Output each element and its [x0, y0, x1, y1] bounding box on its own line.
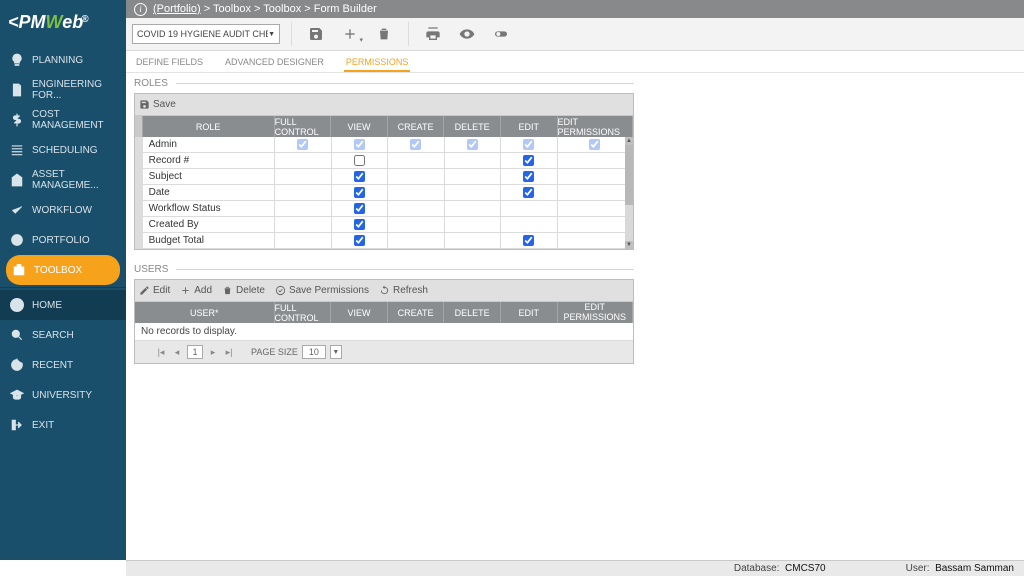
- checkbox[interactable]: [523, 235, 534, 246]
- nav-university[interactable]: UNIVERSITY: [0, 380, 126, 410]
- pager-page[interactable]: 1: [187, 345, 203, 359]
- logo: <PMWeb®: [0, 0, 126, 45]
- col-edit: EDIT: [501, 116, 558, 137]
- table-row: Created By: [135, 217, 633, 233]
- users-edit-button[interactable]: Edit: [139, 285, 170, 296]
- tab-permissions[interactable]: PERMISSIONS: [344, 51, 411, 72]
- col-role: ROLE: [143, 116, 275, 137]
- status-database: Database: CMCS70: [734, 563, 826, 574]
- page-size-label: PAGE SIZE: [251, 347, 298, 357]
- page-size-dropdown-icon[interactable]: ▼: [330, 345, 342, 359]
- col-delete: DELETE: [444, 116, 501, 137]
- table-row: Subject: [135, 169, 633, 185]
- nav-workflow[interactable]: WORKFLOW: [0, 195, 126, 225]
- col-view: VIEW: [331, 116, 388, 137]
- users-saveperm-button[interactable]: Save Permissions: [275, 285, 369, 296]
- pager-last[interactable]: ▸|: [223, 347, 235, 358]
- table-row: Record #: [135, 153, 633, 169]
- toggle-icon[interactable]: [488, 21, 514, 47]
- checkbox[interactable]: [354, 203, 365, 214]
- breadcrumb-portfolio[interactable]: (Portfolio): [153, 3, 201, 15]
- nav-exit[interactable]: EXIT: [0, 410, 126, 440]
- nav-search[interactable]: SEARCH: [0, 320, 126, 350]
- checkbox[interactable]: [523, 187, 534, 198]
- table-row: Admin: [135, 137, 633, 153]
- users-refresh-button[interactable]: Refresh: [379, 285, 428, 296]
- save-icon[interactable]: [303, 21, 329, 47]
- table-row: Budget Total: [135, 233, 633, 249]
- nav-scheduling[interactable]: SCHEDULING: [0, 135, 126, 165]
- col-create: CREATE: [388, 116, 445, 137]
- form-select[interactable]: COVID 19 HYGIENE AUDIT CHECKLIST▼: [132, 24, 280, 44]
- breadcrumb: i (Portfolio) > Toolbox > Toolbox > Form…: [126, 0, 1024, 18]
- checkbox[interactable]: [523, 171, 534, 182]
- page-size-select[interactable]: 10: [302, 345, 326, 359]
- users-add-button[interactable]: Add: [180, 285, 212, 296]
- users-delete-button[interactable]: Delete: [222, 285, 265, 296]
- add-icon[interactable]: ▾: [337, 21, 363, 47]
- info-icon[interactable]: i: [134, 3, 147, 16]
- nav-toolbox[interactable]: TOOLBOX: [6, 255, 120, 285]
- roles-section-label: ROLES: [134, 78, 168, 89]
- checkbox[interactable]: [354, 155, 365, 166]
- checkbox[interactable]: [354, 235, 365, 246]
- pager-first[interactable]: |◂: [155, 347, 167, 358]
- nav-costmanagement[interactable]: COST MANAGEMENT: [0, 105, 126, 135]
- print-icon[interactable]: [420, 21, 446, 47]
- roles-save-button[interactable]: Save: [139, 99, 176, 110]
- pager-prev[interactable]: ◂: [171, 347, 183, 358]
- view-icon[interactable]: [454, 21, 480, 47]
- nav-planning[interactable]: PLANNING: [0, 45, 126, 75]
- pager-next[interactable]: ▸: [207, 347, 219, 358]
- tab-define-fields[interactable]: DEFINE FIELDS: [134, 51, 205, 72]
- col-user: USER*: [135, 302, 275, 323]
- tab-advanced-designer[interactable]: ADVANCED DESIGNER: [223, 51, 326, 72]
- checkbox[interactable]: [354, 219, 365, 230]
- col-fullcontrol: FULL CONTROL: [275, 116, 332, 137]
- no-records: No records to display.: [135, 323, 633, 341]
- col-editperm: EDIT PERMISSIONS: [558, 116, 633, 137]
- nav-portfolio[interactable]: PORTFOLIO: [0, 225, 126, 255]
- table-row: Workflow Status: [135, 201, 633, 217]
- status-user: User: Bassam Samman: [906, 563, 1014, 574]
- nav-engineeringfor[interactable]: ENGINEERING FOR...: [0, 75, 126, 105]
- nav-home[interactable]: HOME: [0, 290, 126, 320]
- checkbox[interactable]: [354, 187, 365, 198]
- nav-assetmanageme[interactable]: ASSET MANAGEME...: [0, 165, 126, 195]
- delete-icon[interactable]: [371, 21, 397, 47]
- users-section-label: USERS: [134, 264, 168, 275]
- nav-recent[interactable]: RECENT: [0, 350, 126, 380]
- checkbox[interactable]: [523, 155, 534, 166]
- checkbox[interactable]: [354, 171, 365, 182]
- roles-scrollbar[interactable]: ▲▼: [625, 137, 633, 249]
- table-row: Date: [135, 185, 633, 201]
